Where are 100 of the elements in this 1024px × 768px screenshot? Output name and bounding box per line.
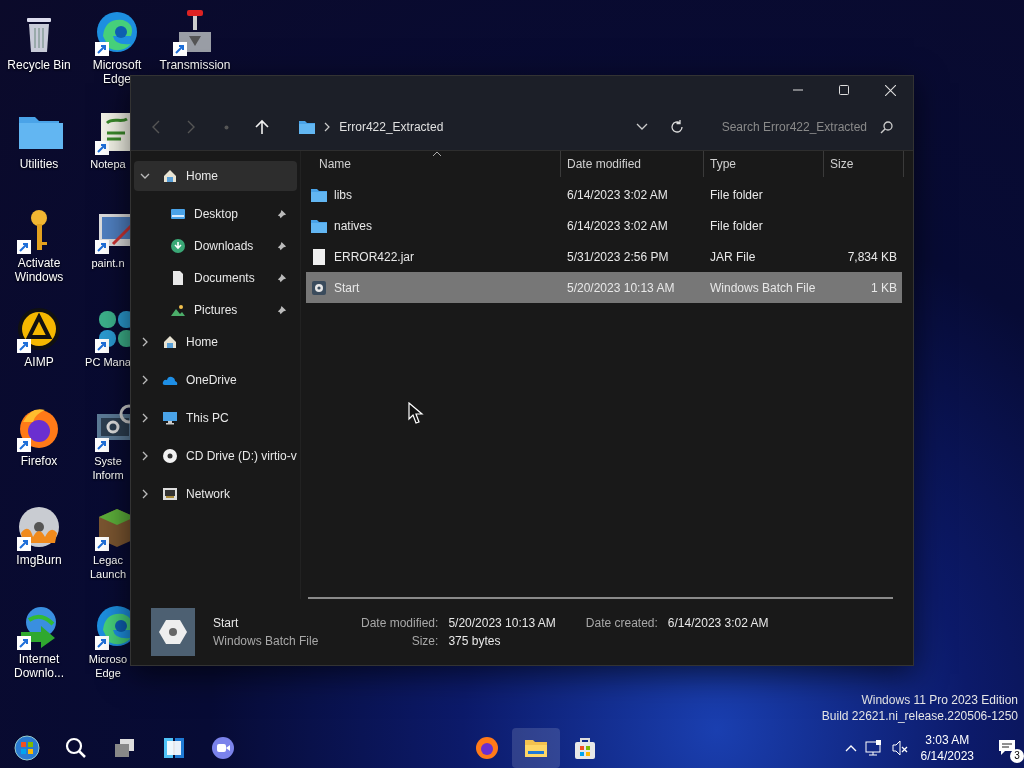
desktop-icon-label[interactable]: Notepa: [84, 157, 132, 171]
sidebar-item[interactable]: Documents: [134, 263, 297, 293]
file-type: JAR File: [710, 249, 756, 264]
column-label: Date modified: [567, 157, 642, 171]
column-header[interactable]: Size: [824, 151, 904, 177]
widgets-icon: [161, 735, 187, 761]
file-row[interactable]: natives 6/14/2023 3:02 AM File folder: [306, 210, 902, 241]
blank-file-icon: [310, 247, 328, 266]
desktop-icon-label[interactable]: Internet Downlo...: [1, 652, 77, 680]
desktop-icon-label[interactable]: Activate Windows: [1, 256, 77, 284]
up-arrow-icon: [254, 119, 271, 135]
store-bag-icon: [572, 735, 598, 761]
file-name: libs: [334, 187, 352, 202]
sidebar-item[interactable]: Desktop: [134, 199, 297, 229]
close-icon: [884, 84, 896, 96]
sidebar-item[interactable]: Network: [134, 479, 297, 509]
sidebar-item[interactable]: This PC: [134, 403, 297, 433]
desktop-icon-label[interactable]: Syste Inform: [84, 454, 132, 482]
detail-label: Date created:: [585, 616, 658, 630]
column-label: Type: [710, 157, 736, 171]
sidebar-item[interactable]: Home: [134, 327, 297, 357]
column-label: Size: [830, 157, 854, 171]
chevron-icon[interactable]: [140, 451, 150, 461]
file-row[interactable]: Start 5/20/2023 10:13 AM Windows Batch File 1 KB: [306, 272, 902, 303]
breadcrumb-item[interactable]: Error422_Extracted: [339, 120, 444, 134]
sidebar-item[interactable]: Downloads: [134, 231, 297, 261]
chevron-icon[interactable]: [140, 489, 150, 499]
file-size: 7,834 KB: [847, 249, 897, 264]
notification-count: 3: [1010, 749, 1024, 763]
desktop-icon-label[interactable]: PC Mana: [84, 355, 132, 369]
network-button[interactable]: [864, 739, 883, 757]
gear-file-icon: [310, 278, 328, 297]
sidebar-item[interactable]: Pictures: [134, 295, 297, 325]
file-size: 1 KB: [871, 280, 897, 295]
chevron-icon[interactable]: [140, 337, 150, 347]
file-type: File folder: [710, 187, 763, 202]
cursor-icon: [408, 402, 424, 424]
folder-icon: [299, 120, 316, 134]
document-icon: [170, 270, 186, 286]
dot-icon: [224, 124, 230, 130]
caret-icon[interactable]: [844, 744, 857, 752]
clock-time: 3:03 AM: [925, 732, 970, 748]
build-info-text: Build 22621.ni_release.220506-1250: [821, 708, 1018, 724]
clock-date: 6/14/2023: [920, 748, 974, 764]
chevron-icon[interactable]: [140, 171, 150, 181]
desktop-icon-label[interactable]: Microsoft Edge: [79, 58, 155, 86]
detail-label: Date modified:: [361, 616, 439, 630]
volume-button[interactable]: [890, 739, 909, 757]
column-header[interactable]: Type: [704, 151, 824, 177]
desktop-icon-label[interactable]: ImgBurn: [1, 553, 77, 567]
chat-icon: [210, 735, 236, 761]
file-type: Windows Batch File: [710, 280, 816, 295]
detail-value: 375 bytes: [448, 634, 502, 648]
file-row[interactable]: ERROR422.jar 5/31/2023 2:56 PM JAR File 7,834 KB: [306, 241, 902, 272]
muted-speaker-icon: [890, 739, 909, 757]
file-type: File folder: [710, 218, 763, 233]
sidebar-item[interactable]: OneDrive: [134, 365, 297, 395]
download-icon: [170, 238, 186, 254]
computer-icon: [162, 410, 178, 426]
fox-logo-icon: [474, 735, 500, 761]
desktop-icon-label[interactable]: AIMP: [1, 355, 77, 369]
detail-file-type: Windows Batch File: [213, 634, 320, 648]
picture-icon: [170, 302, 186, 318]
dropdown-chevron-icon[interactable]: [636, 123, 649, 131]
sidebar-item[interactable]: CD Drive (D:) virtio-v: [134, 441, 297, 471]
clock[interactable]: 3:03 AM 6/14/2023: [920, 732, 974, 764]
column-header[interactable]: Date modified: [561, 151, 704, 177]
network-icon: [162, 486, 178, 502]
desktop-icon-label[interactable]: Firefox: [1, 454, 77, 468]
file-name: Start: [334, 280, 360, 295]
chevron-icon[interactable]: [140, 413, 150, 423]
caret-up-icon: [844, 744, 857, 752]
desktop-icon-label[interactable]: Recycle Bin: [1, 58, 77, 72]
detail-value: 5/20/2023 10:13 AM: [448, 616, 556, 630]
monitor-icon: [170, 206, 186, 222]
column-label: Name: [319, 157, 351, 171]
hexagon-icon: [158, 619, 188, 645]
file-name: ERROR422.jar: [334, 249, 415, 264]
file-date: 5/20/2023 10:13 AM: [567, 280, 675, 295]
file-date: 5/31/2023 2:56 PM: [567, 249, 669, 264]
refresh-icon: [668, 119, 685, 135]
file-date: 6/14/2023 3:02 AM: [567, 218, 668, 233]
house-icon: [162, 168, 178, 184]
file-row[interactable]: libs 6/14/2023 3:02 AM File folder: [306, 179, 902, 210]
sidebar-item[interactable]: Home: [134, 161, 297, 191]
file-date: 6/14/2023 3:02 AM: [567, 187, 668, 202]
desktop-icon-label[interactable]: Transmission: [157, 58, 233, 72]
monitor-network-icon: [864, 739, 883, 757]
desktop-icon-label[interactable]: Utilities: [1, 157, 77, 171]
maximize-icon: [839, 85, 849, 95]
chevron-icon[interactable]: [140, 375, 150, 385]
detail-value: 6/14/2023 3:02 AM: [667, 616, 769, 630]
detail-label: Size:: [410, 634, 439, 648]
desktop-icon-label[interactable]: paint.n: [84, 256, 132, 270]
desktop-icon-label[interactable]: Legac Launch: [84, 553, 132, 581]
search-icon: [880, 120, 893, 134]
column-header[interactable]: Name: [306, 151, 561, 177]
desktop-icon-label[interactable]: Microso Edge: [84, 652, 132, 680]
disc-icon: [162, 448, 178, 464]
folder-button[interactable]: [512, 728, 560, 768]
